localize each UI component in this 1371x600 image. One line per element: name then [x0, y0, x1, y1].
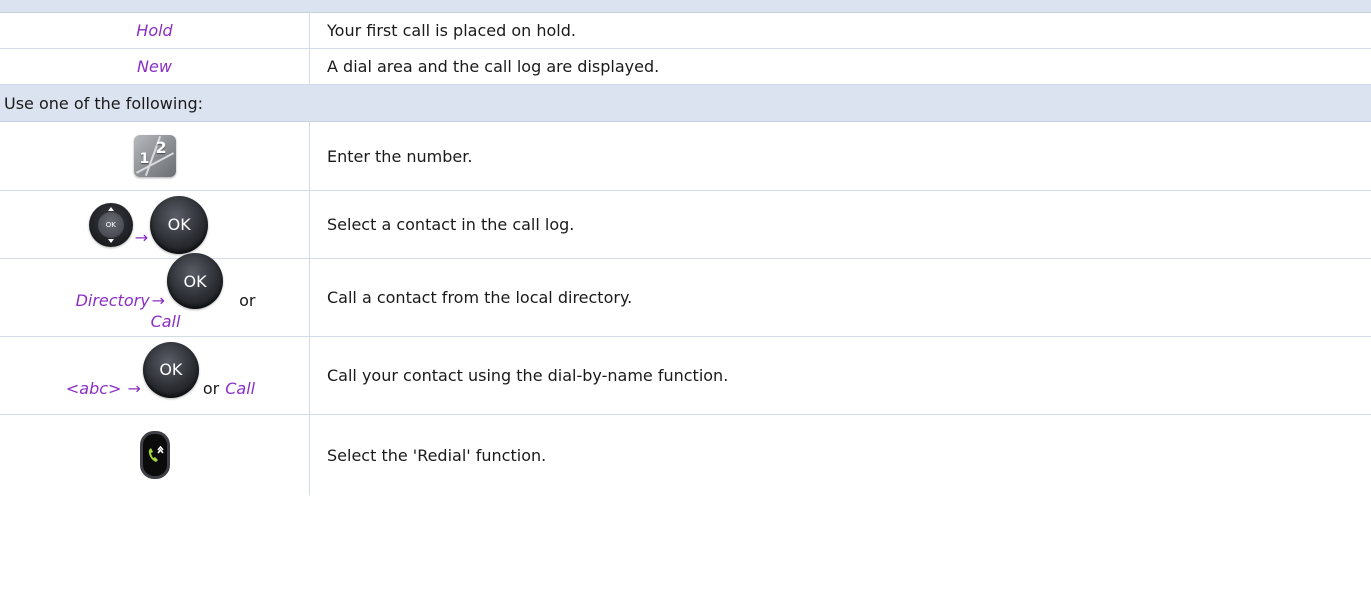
row-description: Select a contact in the call log. — [327, 215, 575, 234]
left-cell — [0, 415, 310, 495]
section-banner: Use one of the following: — [0, 85, 1371, 122]
row-description: Select the 'Redial' function. — [327, 445, 547, 465]
or-label: or — [239, 290, 256, 310]
table-row: Directory → OK or Call Call a contact fr… — [0, 253, 1371, 337]
right-cell: Select the 'Redial' function. — [310, 415, 1371, 495]
arrow-icon: → — [134, 228, 149, 247]
keypad-key-1: 1 — [139, 151, 150, 167]
left-cell: New — [0, 49, 310, 84]
table-row: Hold Your first call is placed on hold. — [0, 13, 1371, 49]
row-description: A dial area and the call log are display… — [327, 57, 660, 76]
row-description: Call a contact from the local directory. — [327, 288, 633, 307]
navigator-down-arrow-icon — [107, 238, 114, 243]
left-cell: 1 2 — [0, 122, 310, 190]
left-cell: <abc> → OK or Call — [0, 337, 310, 414]
softkey-abc[interactable]: <abc> — [66, 379, 122, 398]
row-description: Call your contact using the dial-by-name… — [327, 366, 729, 385]
right-cell: Your first call is placed on hold. — [310, 13, 1371, 48]
phone-redial-icon — [148, 445, 164, 462]
arrow-icon: → — [151, 290, 166, 310]
arrow-icon: → — [127, 379, 141, 398]
ok-button[interactable]: OK — [142, 341, 199, 398]
left-cell: Hold — [0, 13, 310, 48]
table-row: <abc> → OK or Call Call your contact usi… — [0, 337, 1371, 415]
table-row: New A dial area and the call log are dis… — [0, 49, 1371, 85]
table-row: OK → OK Select a contact in the call log… — [0, 191, 1371, 259]
row-description: Enter the number. — [327, 146, 473, 166]
right-cell: A dial area and the call log are display… — [310, 49, 1371, 84]
row-description: Your first call is placed on hold. — [327, 21, 576, 40]
softkey-call[interactable]: Call — [151, 312, 181, 331]
left-cell: OK → OK — [0, 191, 310, 258]
right-cell: Select a contact in the call log. — [310, 191, 1371, 258]
right-cell: Enter the number. — [310, 122, 1371, 190]
softkey-new[interactable]: New — [137, 57, 172, 76]
or-label: or — [202, 379, 220, 398]
use-one-of-following-label: Use one of the following: — [4, 93, 204, 113]
table-top-band — [0, 0, 1371, 13]
table-row: Select the 'Redial' function. — [0, 415, 1371, 495]
right-cell: Call a contact from the local directory. — [310, 259, 1371, 336]
table-row: 1 2 Enter the number. — [0, 122, 1371, 191]
right-cell: Call your contact using the dial-by-name… — [310, 337, 1371, 414]
ok-button[interactable]: OK — [150, 195, 209, 254]
keypad-key-2: 2 — [155, 138, 167, 157]
softkey-call[interactable]: Call — [225, 379, 255, 398]
instruction-table: Hold Your first call is placed on hold. … — [0, 0, 1371, 495]
navigator-icon[interactable]: OK — [88, 202, 133, 247]
softkey-directory[interactable]: Directory — [76, 291, 150, 310]
redial-key-icon[interactable] — [139, 431, 170, 479]
keypad-icon[interactable]: 1 2 — [133, 135, 176, 177]
left-cell: Directory → OK or Call — [0, 253, 310, 336]
ok-button[interactable]: OK — [167, 253, 224, 309]
navigator-ok-label: OK — [97, 211, 124, 238]
softkey-hold[interactable]: Hold — [136, 21, 172, 40]
navigator-up-arrow-icon — [107, 206, 114, 211]
